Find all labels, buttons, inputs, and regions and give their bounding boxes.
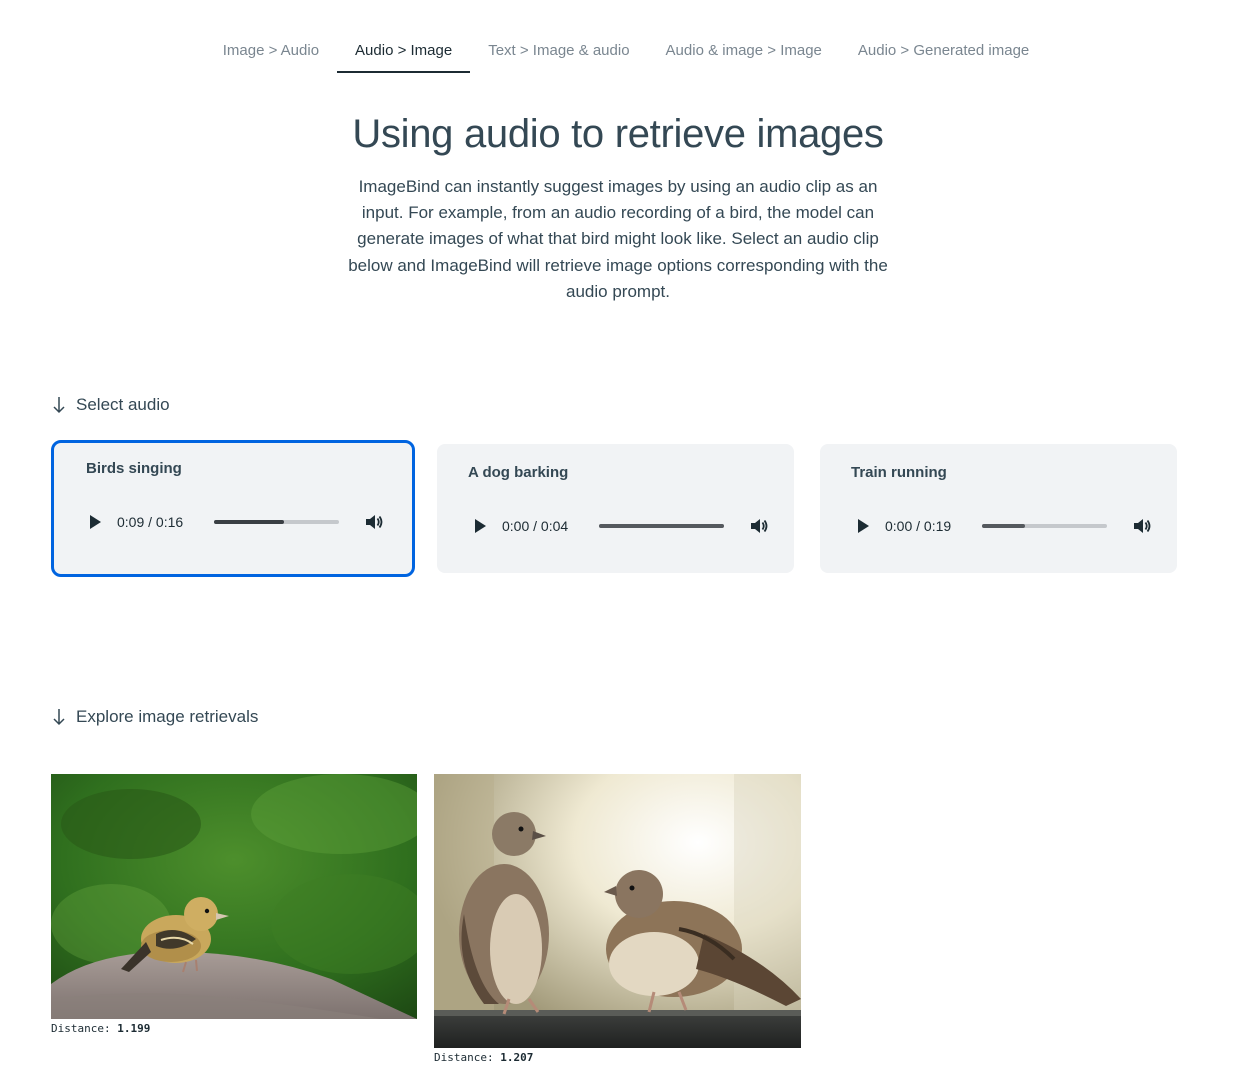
arrow-down-icon [53, 397, 65, 414]
audio-seek-slider[interactable] [214, 520, 339, 524]
distance-label: Distance: [51, 1022, 111, 1035]
audio-time: 0:00 / 0:04 [502, 518, 569, 534]
play-icon[interactable] [86, 513, 104, 531]
retrieval-mode-tabs: Image > Audio Audio > Image Text > Image… [0, 32, 1252, 73]
tab-text-to-image-audio[interactable]: Text > Image & audio [470, 32, 647, 73]
page-title: Using audio to retrieve images [352, 112, 884, 156]
tab-audio-to-image[interactable]: Audio > Image [337, 32, 471, 73]
audio-progress-fill [214, 520, 284, 524]
audio-card-title: Birds singing [86, 460, 182, 477]
select-audio-heading: Select audio [52, 395, 170, 415]
audio-player: 0:00 / 0:04 [471, 516, 770, 536]
audio-time: 0:09 / 0:16 [117, 514, 184, 530]
distance-readout: Distance: 1.199 [51, 1022, 417, 1035]
distance-readout: Distance: 1.207 [434, 1051, 801, 1064]
volume-icon[interactable] [365, 512, 385, 532]
audio-player: 0:00 / 0:19 [854, 516, 1153, 536]
audio-seek-slider[interactable] [982, 524, 1107, 528]
tab-image-to-audio[interactable]: Image > Audio [205, 32, 337, 73]
play-icon[interactable] [471, 517, 489, 535]
retrieval-result: Distance: 1.199 [51, 774, 417, 1035]
explore-retrievals-heading: Explore image retrievals [52, 707, 258, 727]
distance-value: 1.199 [117, 1022, 151, 1035]
retrieved-image-sparrows[interactable] [434, 774, 801, 1048]
tab-audio-image-to-image[interactable]: Audio & image > Image [648, 32, 840, 73]
retrieval-result: Distance: 1.207 [434, 774, 801, 1064]
audio-card-title: A dog barking [468, 464, 569, 481]
play-icon[interactable] [854, 517, 872, 535]
retrieved-image-finch[interactable] [51, 774, 417, 1019]
explore-retrievals-label: Explore image retrievals [76, 707, 259, 726]
audio-card-dog-barking[interactable]: A dog barking 0:00 / 0:04 [437, 444, 794, 573]
tab-audio-to-generated-image[interactable]: Audio > Generated image [840, 32, 1047, 73]
audio-progress-fill [599, 524, 724, 528]
volume-icon[interactable] [1133, 516, 1153, 536]
audio-player: 0:09 / 0:16 [86, 512, 385, 532]
select-audio-label: Select audio [76, 395, 170, 414]
volume-icon[interactable] [750, 516, 770, 536]
audio-card-birds-singing[interactable]: Birds singing 0:09 / 0:16 [51, 440, 415, 577]
audio-time: 0:00 / 0:19 [885, 518, 952, 534]
arrow-down-icon [53, 709, 65, 726]
page-description: ImageBind can instantly suggest images b… [348, 177, 888, 301]
audio-card-train-running[interactable]: Train running 0:00 / 0:19 [820, 444, 1177, 573]
audio-progress-fill [982, 524, 1025, 528]
audio-card-title: Train running [851, 464, 947, 481]
distance-label: Distance: [434, 1051, 494, 1064]
distance-value: 1.207 [500, 1051, 534, 1064]
audio-seek-slider[interactable] [599, 524, 724, 528]
